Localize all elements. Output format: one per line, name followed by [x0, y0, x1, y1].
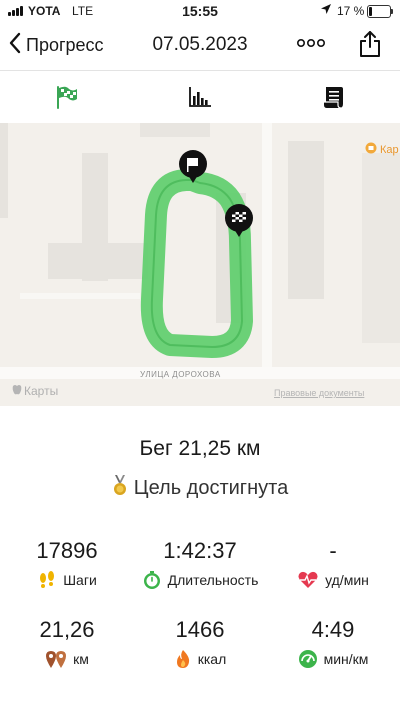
- share-button[interactable]: [358, 30, 382, 63]
- map-poi[interactable]: Кар: [365, 141, 399, 159]
- stat-value: -: [329, 538, 337, 563]
- stat-label: Шаги: [63, 572, 97, 588]
- goal-label: Цель достигнута: [133, 476, 289, 499]
- tab-route[interactable]: [54, 84, 80, 110]
- stat-value: 4:49: [311, 617, 355, 642]
- stat-value: 1:42:37: [163, 538, 237, 563]
- notes-icon: [321, 87, 347, 114]
- stat-duration: 1:42:37 Длительность: [133, 538, 267, 590]
- stat-steps: 17896 Шаги: [0, 538, 134, 590]
- chevron-left-icon: [8, 32, 22, 59]
- medal-icon: [112, 474, 128, 502]
- stat-pace: 4:49 мин/км: [266, 617, 400, 669]
- more-options-button[interactable]: [296, 35, 326, 53]
- battery-level: [369, 7, 372, 16]
- stopwatch-icon: [142, 570, 162, 590]
- legal-link[interactable]: Правовые документы: [274, 388, 364, 398]
- apple-logo-icon: [12, 383, 22, 398]
- speedometer-icon: [298, 649, 318, 669]
- status-bar: YOTA LTE 15:55 17 %: [0, 0, 400, 24]
- activity-title: Бег 21,25 км: [139, 437, 261, 460]
- navigation-bar: Прогресс 07.05.2023: [0, 26, 400, 66]
- route-map[interactable]: Кар УЛИЦА ДОРОХОВА Карты Правовые докуме…: [0, 123, 400, 406]
- back-button[interactable]: Прогресс: [8, 32, 104, 59]
- tab-charts[interactable]: [187, 84, 213, 110]
- stat-label: ккал: [197, 651, 227, 667]
- stat-label: уд/мин: [325, 572, 369, 588]
- maps-attribution: Карты: [12, 383, 58, 398]
- stat-distance: 21,26 км: [0, 617, 134, 669]
- battery-percent: 17 %: [337, 4, 365, 18]
- share-icon: [358, 31, 382, 62]
- street-name: УЛИЦА ДОРОХОВА: [140, 370, 221, 379]
- stat-value: 1466: [175, 617, 225, 642]
- location-arrow-icon: [320, 3, 332, 18]
- tab-notes[interactable]: [321, 84, 347, 110]
- goal-status: Цель достигнута: [0, 474, 400, 502]
- start-marker-icon[interactable]: [177, 149, 209, 190]
- battery-icon: [367, 5, 393, 18]
- footprints-icon: [37, 570, 57, 590]
- checkered-flag-icon: [54, 86, 80, 114]
- flame-icon: [174, 649, 192, 669]
- finish-marker-icon[interactable]: [223, 203, 255, 244]
- heart-rate-icon: [297, 570, 319, 590]
- stat-label: мин/км: [323, 651, 369, 667]
- stat-label: км: [73, 651, 89, 667]
- poi-icon: [365, 141, 377, 159]
- back-label: Прогресс: [26, 35, 104, 55]
- stat-label: Длительность: [167, 572, 259, 588]
- stat-heart-rate: - уд/мин: [266, 538, 400, 590]
- location-pins-icon: [45, 649, 67, 669]
- stat-value: 21,26: [39, 617, 95, 642]
- maps-label: Карты: [24, 383, 59, 398]
- bar-chart-icon: [187, 87, 213, 114]
- stat-value: 17896: [36, 538, 98, 563]
- poi-label: Кар: [380, 144, 399, 156]
- tab-bar: [0, 70, 400, 124]
- stat-calories: 1466 ккал: [133, 617, 267, 669]
- ellipsis-icon: [296, 35, 326, 52]
